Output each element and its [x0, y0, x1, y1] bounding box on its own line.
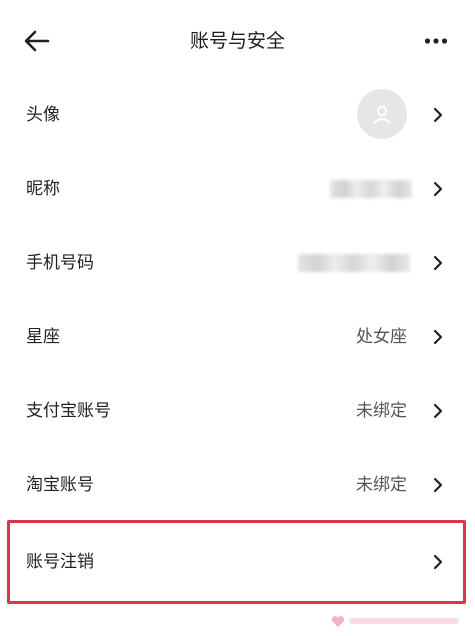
row-label: 淘宝账号: [26, 475, 94, 495]
back-button[interactable]: [22, 26, 52, 56]
arrow-left-icon: [24, 30, 50, 52]
nickname-value-blurred: [330, 180, 412, 198]
row-alipay-account[interactable]: 支付宝账号 未绑定: [0, 374, 475, 448]
row-account-cancellation[interactable]: 账号注销: [0, 525, 475, 599]
chevron-right-icon: [431, 474, 445, 496]
row-constellation[interactable]: 星座 处女座: [0, 300, 475, 374]
chevron-right-icon: [431, 252, 445, 274]
row-label: 昵称: [26, 179, 60, 199]
avatar[interactable]: [357, 89, 407, 139]
chevron-right-icon: [431, 178, 445, 200]
phone-value-blurred: [298, 254, 410, 272]
user-icon: [373, 105, 391, 124]
row-value: 未绑定: [356, 401, 407, 421]
row-label: 支付宝账号: [26, 401, 111, 421]
chevron-right-icon: [431, 326, 445, 348]
row-label: 账号注销: [26, 552, 94, 572]
more-button[interactable]: [421, 28, 451, 54]
row-avatar[interactable]: 头像: [0, 78, 475, 152]
row-taobao-account[interactable]: 淘宝账号 未绑定: [0, 448, 475, 522]
more-dots-icon: [424, 38, 448, 44]
row-label: 头像: [26, 105, 60, 125]
watermark-logo: [331, 610, 469, 632]
chevron-right-icon: [431, 104, 445, 126]
chevron-right-icon: [431, 551, 445, 573]
heart-icon: [331, 615, 345, 627]
row-label: 星座: [26, 327, 60, 347]
row-phone[interactable]: 手机号码: [0, 226, 475, 300]
row-nickname[interactable]: 昵称: [0, 152, 475, 226]
row-value: 处女座: [356, 327, 407, 347]
page-title: 账号与安全: [189, 30, 285, 52]
row-label: 手机号码: [26, 253, 94, 273]
row-value: 未绑定: [356, 475, 407, 495]
chevron-right-icon: [431, 400, 445, 422]
app-header: 账号与安全: [0, 0, 475, 82]
